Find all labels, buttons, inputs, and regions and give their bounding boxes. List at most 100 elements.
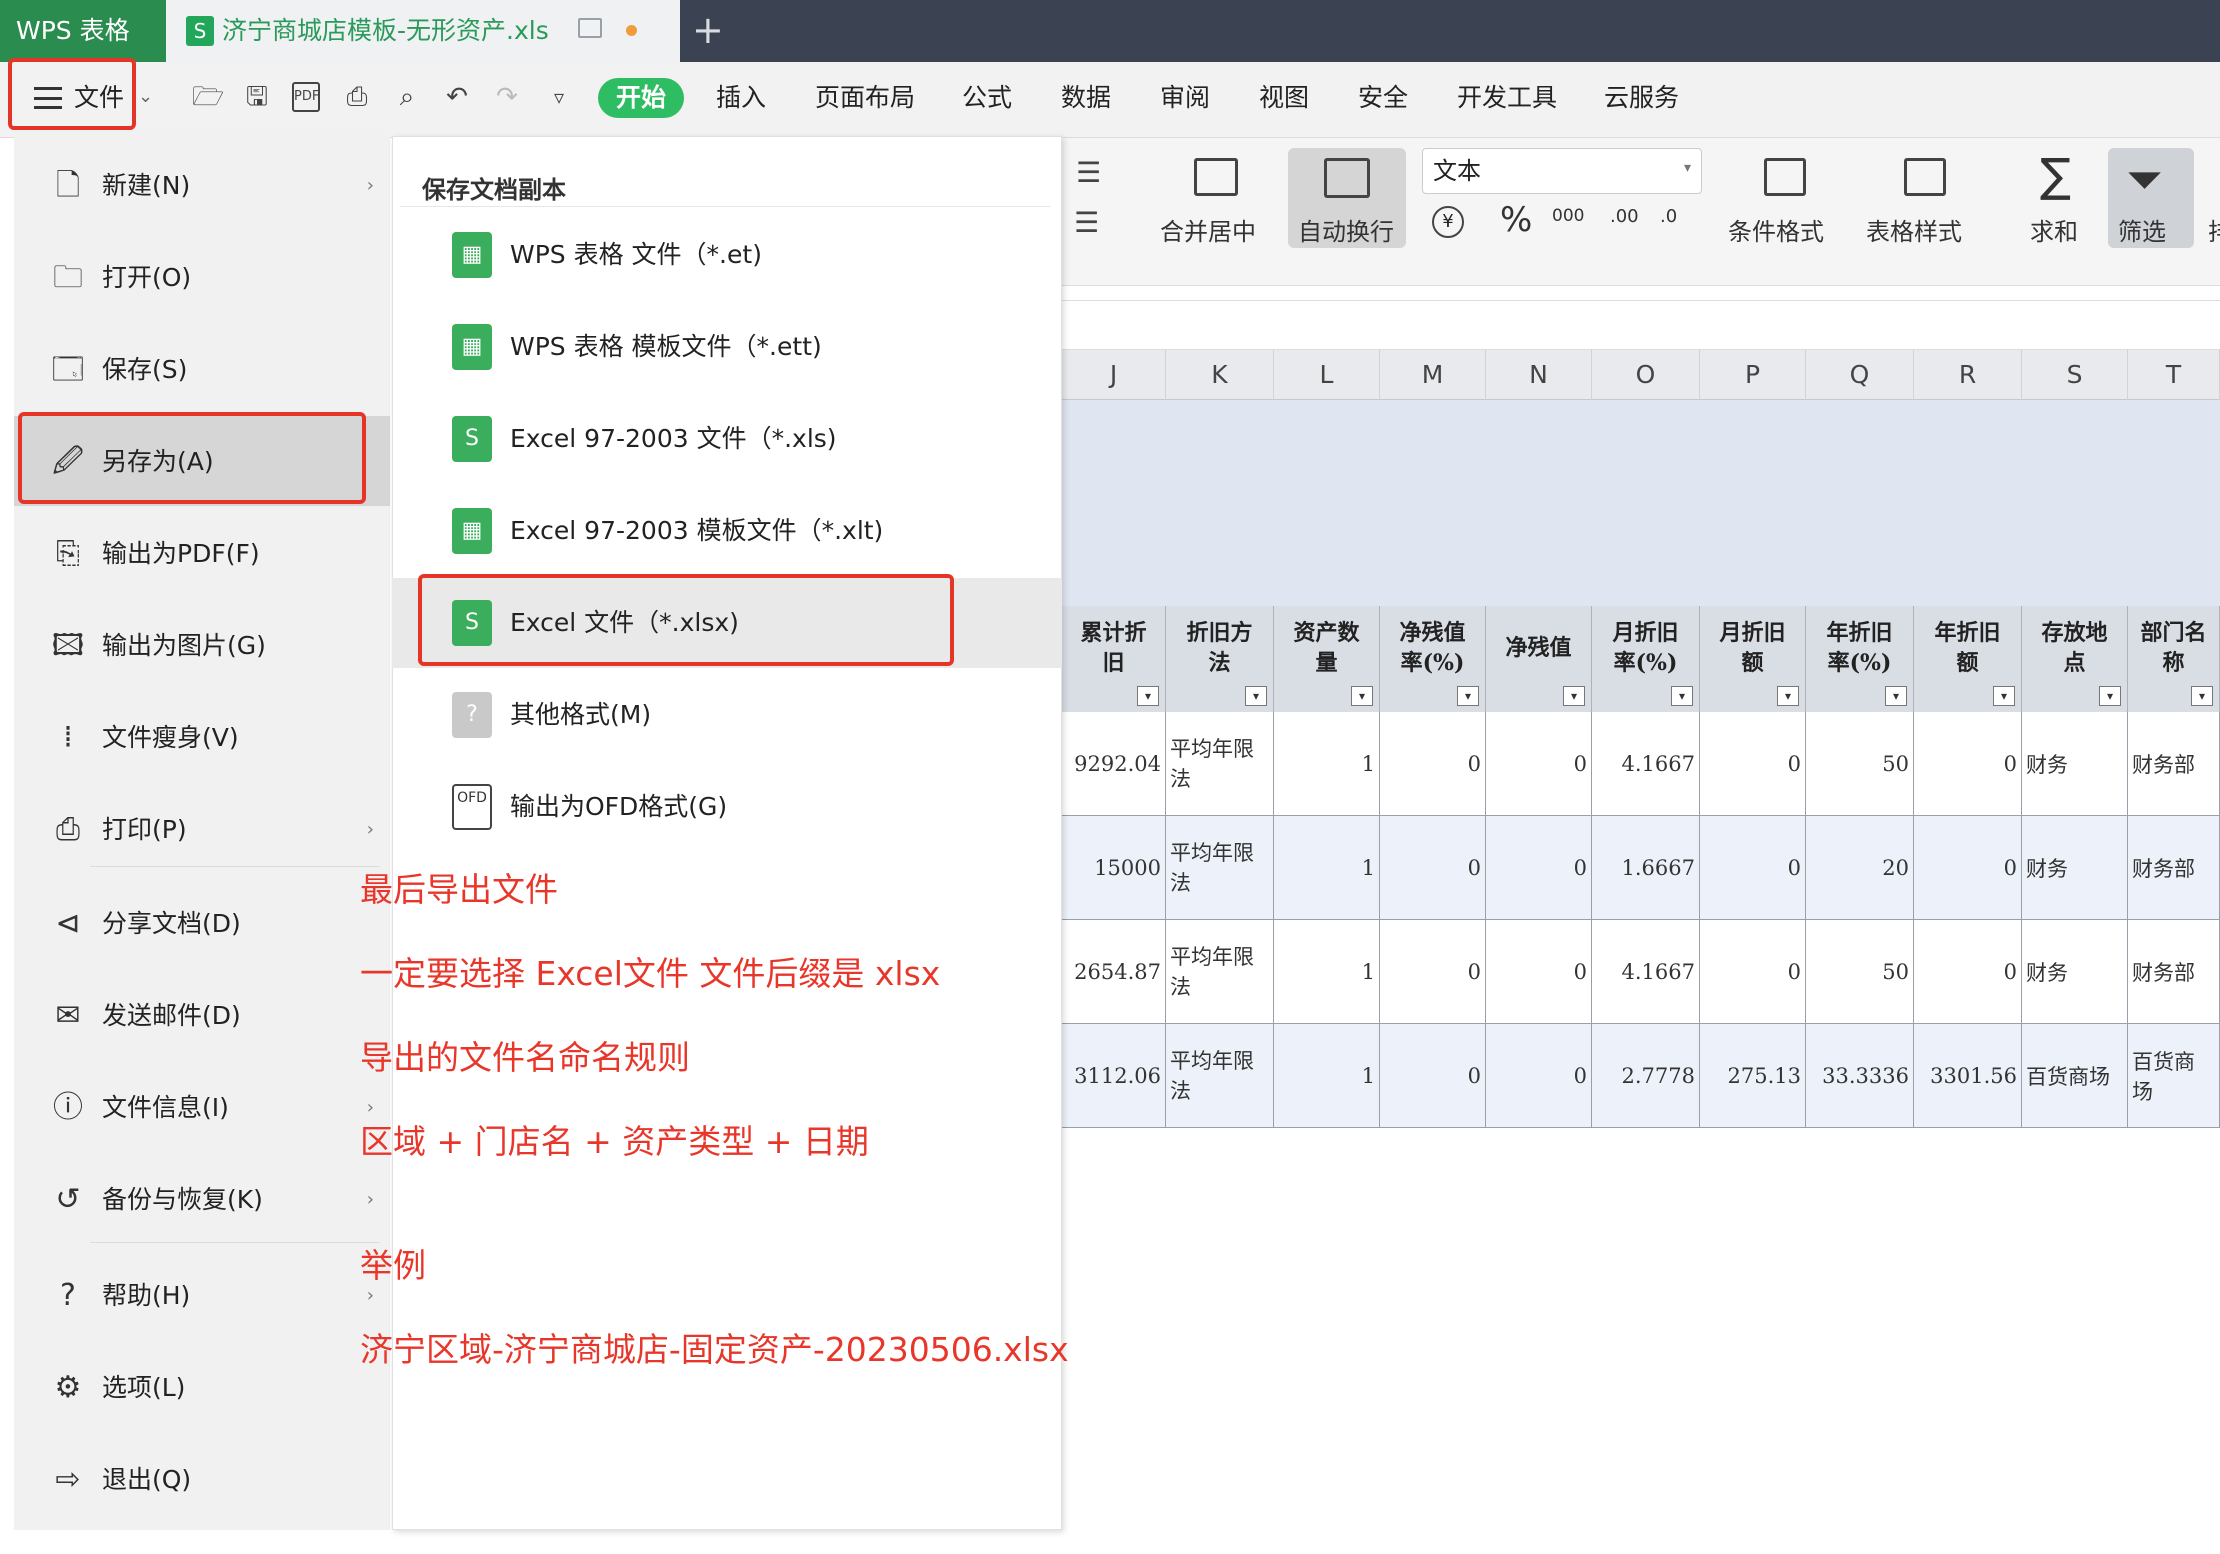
table-cell[interactable]: 百货商场 xyxy=(2128,1024,2220,1128)
filter-dropdown-icon[interactable]: ▾ xyxy=(2191,686,2213,706)
document-tab[interactable]: S 济宁商城店模板-无形资产.xls xyxy=(166,0,680,62)
export-ofd[interactable]: OFD 输出为OFD格式(G) xyxy=(392,762,1062,852)
table-cell[interactable]: 2654.87 xyxy=(1062,920,1166,1024)
table-cell[interactable]: 0 xyxy=(1486,816,1592,920)
percent-button[interactable]: % xyxy=(1500,200,1532,240)
table-cell[interactable]: 0 xyxy=(1380,920,1486,1024)
header-cell[interactable]: 月折旧额 ▾ xyxy=(1700,606,1806,712)
tab-start[interactable]: 开始 xyxy=(598,78,684,118)
table-cell[interactable]: 平均年限法 xyxy=(1166,1024,1274,1128)
column-header-t[interactable]: T xyxy=(2128,350,2220,400)
tab-developer[interactable]: 开发工具 xyxy=(1457,80,1557,116)
monitor-icon[interactable] xyxy=(578,18,602,38)
table-cell[interactable]: 0 xyxy=(1380,816,1486,920)
thousands-button[interactable]: 000 xyxy=(1552,206,1584,226)
table-cell[interactable]: 0 xyxy=(1486,1024,1592,1128)
tab-insert[interactable]: 插入 xyxy=(716,80,766,116)
save-as-ett[interactable]: ▦ WPS 表格 模板文件（*.ett) xyxy=(392,302,1062,392)
redo-icon[interactable]: ↷ xyxy=(492,82,522,112)
table-cell[interactable]: 0 xyxy=(1380,1024,1486,1128)
sum-button[interactable]: 求和 xyxy=(2030,212,2078,247)
menu-exit[interactable]: ⇨ 退出(Q) xyxy=(14,1434,390,1524)
column-header-n[interactable]: N xyxy=(1486,350,1592,400)
number-format-select[interactable]: 文本 xyxy=(1422,148,1702,194)
pdf-icon[interactable]: PDF xyxy=(292,82,320,112)
table-cell[interactable]: 15000 xyxy=(1062,816,1166,920)
table-cell[interactable]: 0 xyxy=(1700,920,1806,1024)
sum-icon[interactable]: ∑ xyxy=(2040,148,2071,202)
app-tab[interactable]: WPS 表格 xyxy=(0,0,166,62)
filter-dropdown-icon[interactable]: ▾ xyxy=(1351,686,1373,706)
table-cell[interactable]: 财务 xyxy=(2022,712,2128,816)
table-cell[interactable]: 4.1667 xyxy=(1592,712,1700,816)
filter-dropdown-icon[interactable]: ▾ xyxy=(1993,686,2015,706)
formula-bar[interactable] xyxy=(1062,300,2220,350)
filter-dropdown-icon[interactable]: ▾ xyxy=(1457,686,1479,706)
save-icon[interactable]: 🖫 xyxy=(242,82,272,112)
increase-decimal-icon[interactable]: .00 xyxy=(1610,206,1639,227)
tab-review[interactable]: 审阅 xyxy=(1160,80,1210,116)
column-header-o[interactable]: O xyxy=(1592,350,1700,400)
distribute-icon[interactable]: ☰ xyxy=(1074,206,1099,239)
wrap-text-button[interactable]: 自动换行 xyxy=(1288,148,1406,248)
save-as-other[interactable]: ? 其他格式(M) xyxy=(392,670,1062,760)
tab-page-layout[interactable]: 页面布局 xyxy=(815,80,915,116)
tab-formula[interactable]: 公式 xyxy=(962,80,1012,116)
menu-save[interactable]: 🗔 保存(S) xyxy=(14,324,390,414)
header-cell[interactable]: 存放地点 ▾ xyxy=(2022,606,2128,712)
table-cell[interactable]: 百货商场 xyxy=(2022,1024,2128,1128)
header-cell[interactable]: 年折旧额 ▾ xyxy=(1914,606,2022,712)
table-cell[interactable]: 1 xyxy=(1274,920,1380,1024)
table-cell[interactable]: 3112.06 xyxy=(1062,1024,1166,1128)
table-cell[interactable]: 4.1667 xyxy=(1592,920,1700,1024)
undo-icon[interactable]: ↶ xyxy=(442,82,472,112)
table-cell[interactable]: 0 xyxy=(1914,712,2022,816)
menu-export-image[interactable]: 🖾 输出为图片(G) xyxy=(14,600,390,690)
table-cell[interactable]: 1.6667 xyxy=(1592,816,1700,920)
table-cell[interactable]: 平均年限法 xyxy=(1166,816,1274,920)
table-cell[interactable]: 0 xyxy=(1486,920,1592,1024)
header-cell[interactable]: 累计折旧 ▾ xyxy=(1062,606,1166,712)
header-cell[interactable]: 月折旧 率(%) ▾ xyxy=(1592,606,1700,712)
column-header-q[interactable]: Q xyxy=(1806,350,1914,400)
column-header-j[interactable]: J xyxy=(1062,350,1166,400)
table-cell[interactable]: 0 xyxy=(1700,816,1806,920)
table-cell[interactable]: 财务 xyxy=(2022,816,2128,920)
column-header-s[interactable]: S xyxy=(2022,350,2128,400)
menu-file-info[interactable]: ⓘ 文件信息(I) › xyxy=(14,1062,390,1152)
table-cell[interactable]: 1 xyxy=(1274,712,1380,816)
filter-dropdown-icon[interactable]: ▾ xyxy=(1245,686,1267,706)
conditional-format-icon[interactable] xyxy=(1764,158,1806,196)
merge-cells-icon[interactable] xyxy=(1194,158,1238,196)
table-cell[interactable]: 2.7778 xyxy=(1592,1024,1700,1128)
save-as-et[interactable]: ▦ WPS 表格 文件（*.et) xyxy=(392,210,1062,300)
table-cell[interactable]: 33.3336 xyxy=(1806,1024,1914,1128)
filter-dropdown-icon[interactable]: ▾ xyxy=(1885,686,1907,706)
filter-dropdown-icon[interactable]: ▾ xyxy=(1137,686,1159,706)
menu-print[interactable]: ⎙ 打印(P) › xyxy=(14,784,390,874)
table-cell[interactable]: 1 xyxy=(1274,816,1380,920)
column-header-r[interactable]: R xyxy=(1914,350,2022,400)
menu-export-pdf[interactable]: ⎘ 输出为PDF(F) xyxy=(14,508,390,598)
print-icon[interactable]: ⎙ xyxy=(342,82,372,112)
menu-send-email[interactable]: ✉ 发送邮件(D) xyxy=(14,970,390,1060)
tab-data[interactable]: 数据 xyxy=(1061,80,1111,116)
menu-options[interactable]: ⚙ 选项(L) xyxy=(14,1342,390,1432)
header-cell[interactable]: 净残值 率(%) ▾ xyxy=(1380,606,1486,712)
file-menu-button[interactable]: 文件 xyxy=(8,58,136,130)
conditional-format-button[interactable]: 条件格式 xyxy=(1728,212,1824,247)
new-tab-button[interactable]: + xyxy=(692,10,724,50)
column-header-k[interactable]: K xyxy=(1166,350,1274,400)
chevron-down-icon[interactable]: ⌄ xyxy=(138,86,153,107)
cut-off-button[interactable]: 排 xyxy=(2208,212,2220,247)
table-cell[interactable]: 0 xyxy=(1914,920,2022,1024)
decrease-decimal-icon[interactable]: .0 xyxy=(1660,206,1677,227)
menu-backup[interactable]: ↺ 备份与恢复(K) › xyxy=(14,1154,390,1244)
table-cell[interactable]: 财务部 xyxy=(2128,712,2220,816)
open-folder-icon[interactable]: 🗁 xyxy=(192,82,224,112)
tab-security[interactable]: 安全 xyxy=(1358,80,1408,116)
table-cell[interactable]: 平均年限法 xyxy=(1166,712,1274,816)
column-header-m[interactable]: M xyxy=(1380,350,1486,400)
menu-share[interactable]: ⊲ 分享文档(D) xyxy=(14,878,390,968)
table-cell[interactable]: 20 xyxy=(1806,816,1914,920)
